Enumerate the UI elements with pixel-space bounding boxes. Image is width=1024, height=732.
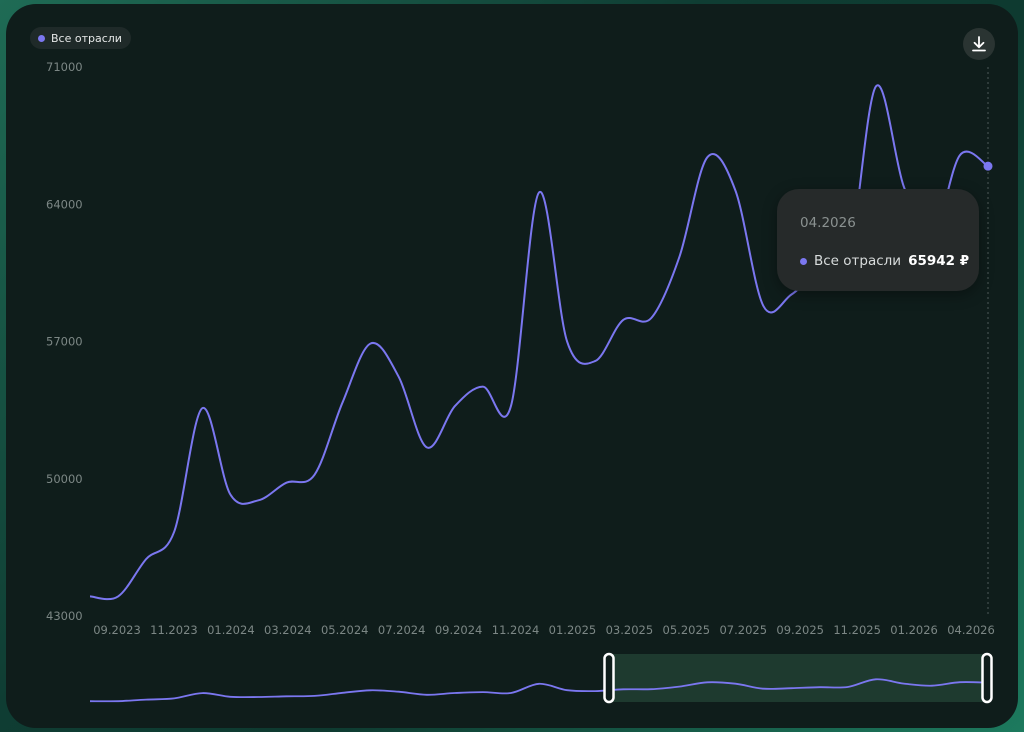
x-tick-label: 09.2024: [435, 623, 483, 637]
navigator-selected-range[interactable]: [609, 654, 991, 702]
x-tick-label: 11.2024: [492, 623, 540, 637]
y-tick-label: 57000: [46, 335, 83, 349]
tooltip: 04.2026 Все отрасли 65942 ₽: [777, 189, 979, 291]
navigator-handle-right[interactable]: [981, 652, 993, 704]
chart-card: Все отрасли 43000 50000 57000 64000 71000 09…: [6, 4, 1018, 728]
navigator-handle-left[interactable]: [603, 652, 615, 704]
tooltip-series-name: Все отрасли: [814, 253, 902, 269]
x-tick-label: 03.2025: [606, 623, 654, 637]
x-tick-label: 05.2025: [663, 623, 711, 637]
x-tick-label: 03.2024: [264, 623, 312, 637]
y-tick-label: 71000: [46, 60, 83, 74]
y-tick-label: 43000: [46, 609, 83, 623]
range-navigator[interactable]: [89, 652, 993, 704]
x-tick-label: 07.2024: [378, 623, 426, 637]
x-tick-label: 01.2025: [549, 623, 597, 637]
tooltip-series-dot: [800, 257, 807, 265]
line-chart: 43000 50000 57000 64000 71000 09.2023 11.2023…: [46, 60, 995, 704]
x-tick-label: 04.2026: [947, 623, 995, 637]
y-tick-label: 50000: [46, 472, 83, 486]
x-tick-label: 11.2025: [833, 623, 881, 637]
tooltip-date: 04.2026: [800, 215, 856, 231]
tooltip-value: 65942 ₽: [908, 253, 970, 269]
x-tick-label: 05.2024: [321, 623, 369, 637]
x-tick-label: 09.2023: [93, 623, 141, 637]
tooltip-series-row: Все отрасли 65942 ₽: [800, 253, 969, 269]
series-line-all-industries: [89, 84, 989, 601]
x-tick-label: 11.2023: [150, 623, 198, 637]
x-tick-label: 07.2025: [719, 623, 767, 637]
x-tick-label: 09.2025: [776, 623, 824, 637]
x-tick-label: 01.2024: [207, 623, 255, 637]
highlighted-data-point: [983, 161, 993, 171]
x-tick-label: 01.2026: [890, 623, 938, 637]
y-tick-label: 64000: [46, 197, 83, 211]
